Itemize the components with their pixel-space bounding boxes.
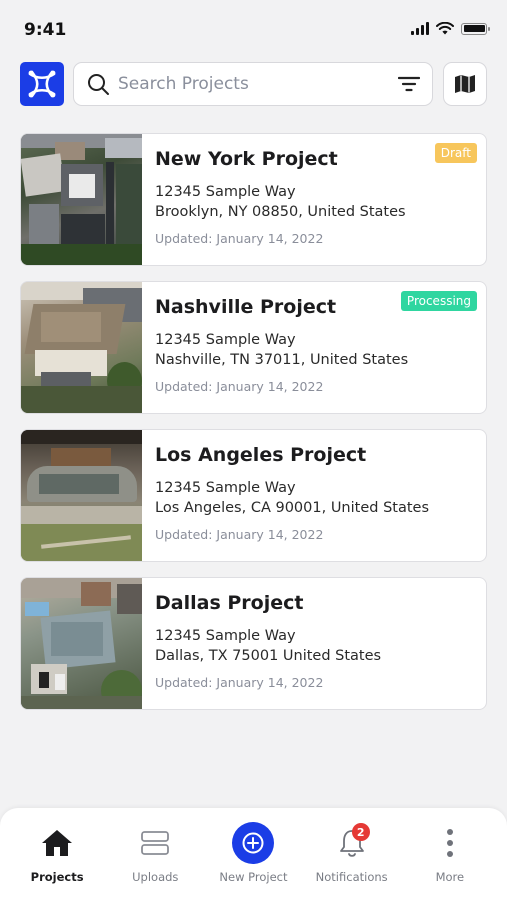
wifi-icon bbox=[436, 22, 454, 35]
map-view-button[interactable] bbox=[443, 62, 487, 106]
battery-icon bbox=[461, 22, 490, 35]
search-bar bbox=[73, 62, 433, 106]
more-vertical-icon bbox=[432, 826, 468, 860]
project-title: Dallas Project bbox=[155, 592, 304, 614]
tab-label: New Project bbox=[219, 870, 288, 884]
project-title: Los Angeles Project bbox=[155, 444, 367, 466]
project-thumbnail bbox=[21, 430, 142, 561]
status-badge-draft: Draft bbox=[434, 143, 477, 163]
tab-more[interactable]: More bbox=[402, 808, 498, 900]
status-icons bbox=[411, 22, 490, 35]
project-list: New York Project 12345 Sample Way Brookl… bbox=[20, 133, 487, 725]
project-thumbnail bbox=[21, 134, 142, 265]
project-title: New York Project bbox=[155, 148, 338, 170]
project-thumbnail bbox=[21, 578, 142, 709]
project-card[interactable]: Dallas Project 12345 Sample Way Dallas, … bbox=[20, 577, 487, 710]
project-address-line1: 12345 Sample Way bbox=[155, 628, 296, 644]
filter-icon[interactable] bbox=[398, 75, 420, 93]
uploads-icon bbox=[137, 826, 173, 860]
project-address-line1: 12345 Sample Way bbox=[155, 332, 296, 348]
project-thumbnail bbox=[21, 282, 142, 413]
notification-count-badge: 2 bbox=[351, 823, 370, 841]
search-input[interactable] bbox=[118, 74, 392, 94]
tab-label: Uploads bbox=[132, 870, 179, 884]
map-icon bbox=[455, 75, 475, 93]
cellular-signal-icon bbox=[411, 22, 429, 35]
project-card[interactable]: Nashville Project 12345 Sample Way Nashv… bbox=[20, 281, 487, 414]
project-address-line2: Nashville, TN 37011, United States bbox=[155, 352, 409, 368]
project-updated-date: Updated: January 14, 2022 bbox=[155, 231, 324, 246]
logo-icon bbox=[28, 70, 56, 98]
project-address-line2: Dallas, TX 75001 United States bbox=[155, 648, 382, 664]
project-updated-date: Updated: January 14, 2022 bbox=[155, 527, 324, 542]
tab-notifications[interactable]: 2 Notifications bbox=[304, 808, 400, 900]
project-address-line2: Brooklyn, NY 08850, United States bbox=[155, 204, 406, 220]
project-card-body: Los Angeles Project 12345 Sample Way Los… bbox=[142, 430, 486, 561]
tab-label: Notifications bbox=[315, 870, 388, 884]
tab-uploads[interactable]: Uploads bbox=[107, 808, 203, 900]
tab-projects[interactable]: Projects bbox=[9, 808, 105, 900]
project-updated-date: Updated: January 14, 2022 bbox=[155, 675, 324, 690]
status-bar: 9:41 bbox=[0, 0, 507, 58]
tab-label: Projects bbox=[30, 870, 84, 884]
status-time: 9:41 bbox=[24, 20, 67, 40]
status-badge-processing: Processing bbox=[400, 291, 477, 311]
project-updated-date: Updated: January 14, 2022 bbox=[155, 379, 324, 394]
project-address-line2: Los Angeles, CA 90001, United States bbox=[155, 500, 429, 516]
app-logo-button[interactable] bbox=[20, 62, 64, 106]
home-icon bbox=[39, 826, 75, 860]
bell-icon: 2 bbox=[334, 823, 370, 860]
project-card-body: Dallas Project 12345 Sample Way Dallas, … bbox=[142, 578, 486, 709]
search-icon bbox=[88, 74, 109, 95]
project-address-line1: 12345 Sample Way bbox=[155, 480, 296, 496]
tab-label: More bbox=[435, 870, 465, 884]
top-bar bbox=[20, 62, 487, 106]
tab-new-project[interactable]: New Project bbox=[205, 808, 301, 900]
add-circle-icon bbox=[232, 822, 275, 864]
project-card[interactable]: Los Angeles Project 12345 Sample Way Los… bbox=[20, 429, 487, 562]
bottom-tab-bar: Projects Uploads New Project 2 Notificat… bbox=[0, 808, 507, 900]
project-card[interactable]: New York Project 12345 Sample Way Brookl… bbox=[20, 133, 487, 266]
project-address-line1: 12345 Sample Way bbox=[155, 184, 296, 200]
